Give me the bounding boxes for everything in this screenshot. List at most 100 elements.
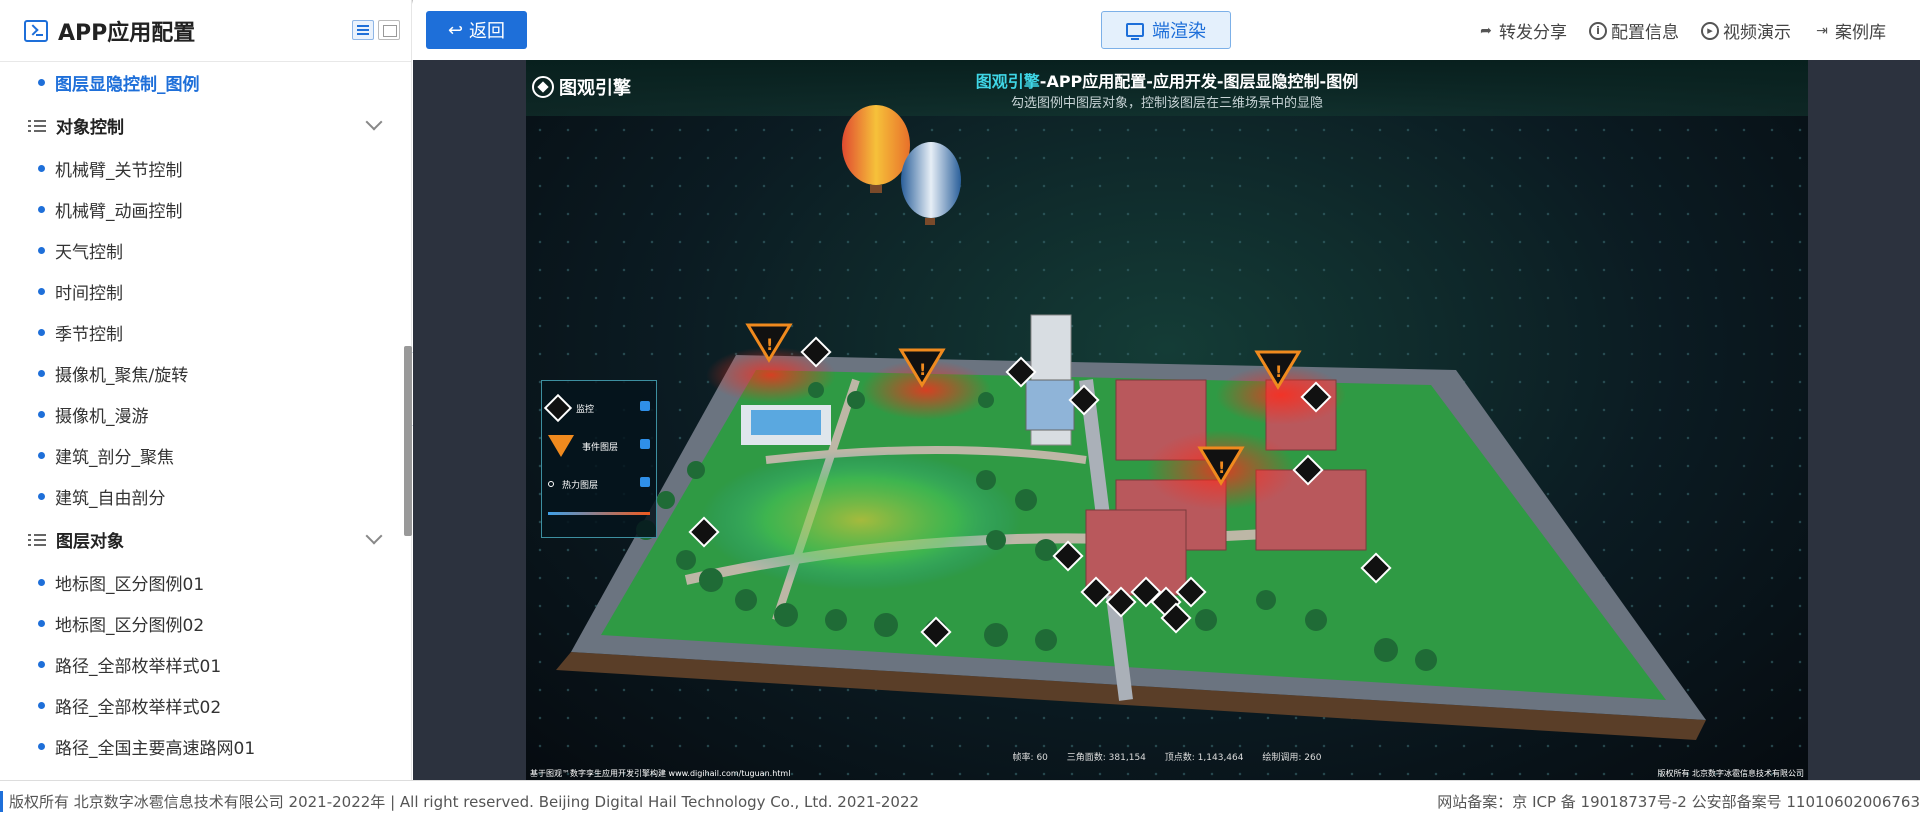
stat-fps: 帧率: 60 — [1012, 753, 1048, 763]
sidebar-item[interactable]: 路径_全部枚举样式01 — [0, 644, 404, 685]
sidebar-item[interactable]: 建筑_剖分_聚焦 — [0, 435, 404, 476]
legend-label: 监控 — [576, 404, 595, 415]
sidebar-item-label: 地标图_区分图例01 — [55, 575, 205, 595]
sidebar-item[interactable]: 时间控制 — [0, 271, 404, 312]
layer-legend: 监控 事件图层 热力图层 — [541, 380, 657, 538]
stat-triangles: 三角面数: 381,154 — [1066, 753, 1146, 763]
sidebar: APP应用配置 图层显隐控制_图例 对象控制 机械臂_关节控制 机械臂_动画控制… — [0, 0, 412, 780]
chevron-down-icon[interactable] — [365, 113, 383, 131]
3d-scene[interactable]: 图观引擎 图观引擎-APP应用配置-应用开发-图层显隐控制-图例 勾选图例中图层… — [526, 60, 1808, 780]
camera-icon — [543, 393, 573, 423]
monitor-icon — [1126, 23, 1144, 40]
heat-icon — [548, 481, 554, 487]
sidebar-scrollbar[interactable] — [404, 346, 412, 536]
legend-row-heat[interactable]: 热力图层 — [548, 465, 650, 503]
case-library-button[interactable]: ⇥ 案例库 — [1813, 18, 1886, 44]
sidebar-item-label: 摄像机_漫游 — [55, 407, 149, 427]
back-button[interactable]: ↩ 返回 — [426, 11, 527, 49]
sidebar-item-label: 图层显隐控制_图例 — [55, 75, 200, 95]
list-icon — [28, 533, 46, 547]
scene-credit: 基于图观™数字孪生应用开发引擎构建 www.digihail.com/tugua… — [530, 769, 791, 778]
bullet-icon — [38, 165, 45, 172]
sidebar-item-label: 地标图_区分图例02 — [55, 616, 205, 636]
sidebar-item[interactable]: 摄像机_漫游 — [0, 394, 404, 435]
sidebar-item-label: 路径_全部枚举样式01 — [55, 657, 222, 677]
sidebar-item[interactable]: 建筑_自由剖分 — [0, 476, 404, 517]
legend-row-camera[interactable]: 监控 — [543, 389, 650, 427]
balloon — [842, 105, 910, 185]
toolbar-actions: ➦ 转发分享 i 配置信息 ▸ 视频演示 ⇥ 案例库 — [1477, 18, 1886, 43]
sidebar-item-label: 天气控制 — [55, 243, 123, 263]
image-view-icon[interactable] — [378, 20, 400, 40]
bullet-icon — [38, 247, 45, 254]
sidebar-item-label: 季节控制 — [55, 325, 123, 345]
campus-map: ! ! ! ! — [556, 105, 1706, 740]
share-icon: ➦ — [1480, 22, 1492, 39]
config-info-button[interactable]: i 配置信息 — [1589, 18, 1679, 43]
bullet-icon — [38, 79, 45, 86]
top-toolbar: ↩ 返回 端渲染 ➦ 转发分享 i 配置信息 ▸ 视频演示 ⇥ 案例库 — [413, 0, 1920, 60]
page-footer: 版权所有 北京数字冰雹信息技术有限公司 2021-2022年 | All rig… — [0, 780, 1920, 824]
view-switcher — [352, 20, 400, 40]
svg-text:!: ! — [919, 360, 926, 379]
export-icon: ⇥ — [1816, 22, 1828, 39]
bullet-icon — [38, 329, 45, 336]
render-mode-button[interactable]: 端渲染 — [1101, 11, 1231, 49]
sidebar-item[interactable]: 机械臂_动画控制 — [0, 189, 404, 230]
sidebar-item-label: 建筑_剖分_聚焦 — [55, 448, 174, 468]
bullet-icon — [38, 743, 45, 750]
back-label: 返回 — [469, 21, 506, 42]
sidebar-item[interactable]: 机械臂_关节控制 — [0, 148, 404, 189]
stat-vertices: 顶点数: 1,143,464 — [1164, 753, 1244, 763]
sidebar-item-label: 时间控制 — [55, 284, 123, 304]
bullet-icon — [38, 370, 45, 377]
sidebar-item-label: 机械臂_动画控制 — [55, 202, 183, 222]
sidebar-menu: 图层显隐控制_图例 对象控制 机械臂_关节控制 机械臂_动画控制 天气控制 时间… — [0, 62, 404, 780]
sidebar-item-label: 建筑_自由剖分 — [55, 489, 166, 509]
sidebar-group-object-control[interactable]: 对象控制 — [0, 103, 404, 148]
sidebar-item[interactable]: 地标图_区分图例02 — [0, 603, 404, 644]
render-stats: 帧率: 60 三角面数: 381,154 顶点数: 1,143,464 绘制调用… — [526, 750, 1808, 763]
legend-checkbox[interactable] — [640, 477, 650, 487]
sidebar-group-label: 对象控制 — [56, 118, 124, 138]
footer-copyright: 版权所有 北京数字冰雹信息技术有限公司 2021-2022年 | All rig… — [0, 791, 919, 812]
sidebar-group-layer-objects[interactable]: 图层对象 — [0, 517, 404, 562]
bullet-icon — [38, 493, 45, 500]
svg-text:!: ! — [1218, 458, 1225, 477]
play-icon: ▸ — [1701, 21, 1719, 40]
sidebar-item-layer-legend[interactable]: 图层显隐控制_图例 — [0, 62, 404, 103]
sidebar-item[interactable]: 路径_全部枚举样式02 — [0, 685, 404, 726]
bullet-icon — [38, 620, 45, 627]
share-button[interactable]: ➦ 转发分享 — [1477, 18, 1567, 44]
legend-checkbox[interactable] — [640, 401, 650, 411]
info-icon: i — [1589, 21, 1607, 40]
video-demo-label: 视频演示 — [1723, 23, 1791, 43]
sidebar-header: APP应用配置 — [0, 0, 411, 62]
stat-draw-calls: 绘制调用: 260 — [1262, 753, 1322, 763]
legend-label: 热力图层 — [562, 480, 599, 491]
chevron-down-icon[interactable] — [365, 527, 383, 545]
render-label: 端渲染 — [1152, 21, 1206, 42]
sidebar-group-label: 图层对象 — [56, 532, 124, 552]
sidebar-item[interactable]: 地标图_区分图例01 — [0, 562, 404, 603]
bullet-icon — [38, 579, 45, 586]
bullet-icon — [38, 288, 45, 295]
sidebar-item-label: 路径_全部枚举样式02 — [55, 698, 222, 718]
legend-checkbox[interactable] — [640, 439, 650, 449]
sidebar-item-label: 机械臂_关节控制 — [55, 161, 183, 181]
svg-text:!: ! — [766, 335, 773, 354]
sidebar-item[interactable]: 摄像机_聚焦/旋转 — [0, 353, 404, 394]
config-info-label: 配置信息 — [1611, 23, 1679, 43]
share-label: 转发分享 — [1499, 23, 1567, 43]
legend-row-event[interactable]: 事件图层 — [548, 427, 650, 465]
sidebar-item[interactable]: 季节控制 — [0, 312, 404, 353]
list-view-icon[interactable] — [352, 20, 374, 40]
sidebar-title: APP应用配置 — [58, 20, 196, 46]
svg-text:!: ! — [1275, 362, 1282, 381]
bullet-icon — [38, 452, 45, 459]
sidebar-item[interactable]: 天气控制 — [0, 230, 404, 271]
video-demo-button[interactable]: ▸ 视频演示 — [1701, 18, 1791, 43]
bullet-icon — [38, 411, 45, 418]
footer-icp[interactable]: 网站备案：京 ICP 备 19018737号-2 公安部备案号 11010602… — [1437, 791, 1920, 812]
sidebar-item[interactable]: 路径_全国主要高速路网01 — [0, 726, 404, 767]
